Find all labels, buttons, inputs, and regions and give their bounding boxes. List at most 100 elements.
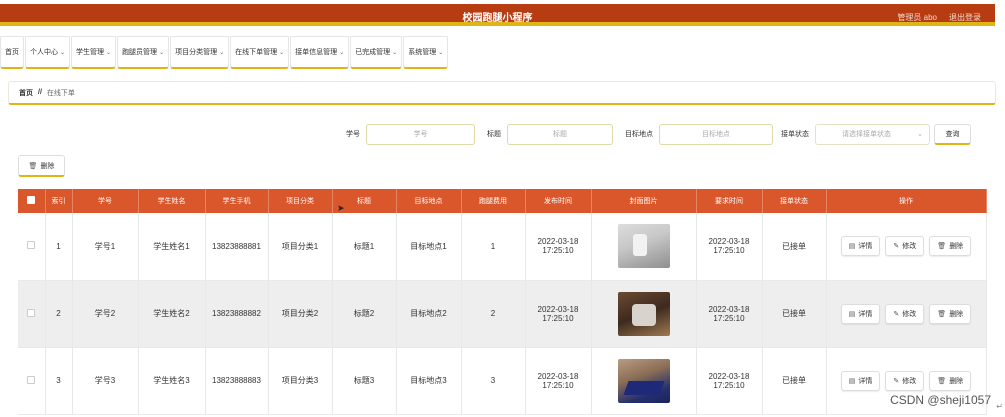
logout-link[interactable]: 退出登录 (949, 12, 981, 23)
ops-cell: ▤ 详情 ✎ 修改 🗑 删除 (826, 213, 987, 281)
require-time-cell: 2022-03-18 17:25:10 (696, 280, 763, 348)
phone-cell: 13823888882 (205, 280, 269, 348)
column-header: 学生手机 (205, 189, 269, 213)
trash-icon: 🗑 (937, 377, 947, 385)
detail-button[interactable]: ▤ 详情 (840, 236, 881, 257)
cover-image-cell (591, 280, 697, 348)
column-header: 接单状态 (762, 189, 827, 213)
nav-item-label: 系统管理 (408, 49, 437, 56)
table-row: 2 学号2 学生姓名2 13823888882 项目分类2 标题2 目标地点2 … (18, 280, 987, 348)
row-checkbox[interactable] (27, 375, 36, 384)
student-no-label: 学号 (346, 131, 360, 138)
batch-delete-button[interactable]: 🗑 删除 (18, 155, 65, 177)
table-header-row: 索引 学号 学生姓名 学生手机 项目分类 标题 目标地点 跑腿费用 发布时间 封… (18, 189, 987, 213)
nav-item-completed-management[interactable]: 已完成管理 ⌄ (350, 36, 403, 69)
target-cell: 目标地点3 (396, 347, 462, 415)
row-checkbox[interactable] (27, 308, 36, 317)
student-no-cell: 学号2 (72, 280, 139, 348)
publish-time-cell: 2022-03-18 17:25:10 (525, 347, 592, 415)
detail-button[interactable]: ▤ 详情 (840, 303, 881, 324)
breadcrumb-home[interactable]: 首页 (19, 88, 33, 98)
category-cell: 项目分类1 (268, 213, 333, 281)
nav-item-runner-management[interactable]: 跑腿员管理 ⌄ (117, 36, 170, 69)
nav-item-personal-center[interactable]: 个人中心 ⌄ (25, 36, 71, 69)
batch-delete-label: 删除 (40, 162, 55, 170)
row-checkbox[interactable] (27, 241, 36, 250)
detail-label: 详情 (858, 377, 873, 385)
watermark: CSDN @sheji1057 (890, 393, 991, 407)
detail-label: 详情 (858, 243, 873, 251)
title-cell: 标题3 (332, 347, 397, 415)
row-select-cell[interactable] (18, 280, 46, 348)
status-label: 接单状态 (781, 131, 809, 138)
nav-item-label: 学生管理 (76, 49, 105, 56)
delete-button[interactable]: 🗑 删除 (929, 236, 972, 257)
student-name-cell: 学生姓名2 (138, 280, 206, 348)
title-cell: 标题2 (332, 280, 397, 348)
column-header: 项目分类 (268, 189, 333, 213)
nav-item-label: 跑腿员管理 (122, 49, 158, 56)
order-table: 索引 学号 学生姓名 学生手机 项目分类 标题 目标地点 跑腿费用 发布时间 封… (18, 189, 987, 415)
title-label: 标题 (487, 131, 501, 138)
delete-button[interactable]: 🗑 删除 (929, 303, 972, 324)
document-icon: ▤ (848, 310, 856, 318)
cover-image (617, 224, 670, 269)
edit-button[interactable]: ✎ 修改 (885, 303, 925, 324)
status-select[interactable]: 请选择接单状态 ⌄ (815, 123, 930, 145)
title-cell: 标题1 (332, 213, 397, 281)
trash-icon: 🗑 (28, 162, 38, 170)
cover-image-cell (591, 213, 697, 281)
breadcrumb-separator: // (38, 89, 42, 96)
nav-item-student-management[interactable]: 学生管理 ⌄ (71, 36, 117, 69)
nav-item-system-management[interactable]: 系统管理 ⌄ (403, 36, 449, 69)
nav-item-label: 首页 (5, 49, 19, 56)
trash-icon: 🗑 (937, 243, 947, 251)
delete-button[interactable]: 🗑 删除 (929, 370, 972, 391)
detail-label: 详情 (858, 310, 873, 318)
column-header: 目标地点 (396, 189, 462, 213)
chevron-down-icon: ⌄ (279, 49, 285, 56)
cover-image-cell (591, 347, 697, 415)
fee-cell: 2 (461, 280, 526, 348)
pencil-icon: ✎ (893, 310, 900, 318)
nav-item-category-management[interactable]: 项目分类管理 ⌄ (170, 36, 230, 69)
chevron-down-icon: ⌄ (438, 49, 444, 56)
edit-button[interactable]: ✎ 修改 (885, 236, 925, 257)
edit-label: 修改 (902, 243, 917, 251)
return-arrow-icon: ↵ (996, 402, 1003, 411)
chevron-down-icon: ⌄ (339, 49, 345, 56)
search-bar: 学号 学号 标题 标题 目标地点 目标地点 接单状态 请选择接单状态 ⌄ 查询 (346, 123, 971, 145)
status-cell: 已接单 (762, 280, 827, 348)
status-cell: 已接单 (762, 213, 827, 281)
nav-item-accept-management[interactable]: 接单信息管理 ⌄ (290, 36, 350, 69)
student-no-input[interactable]: 学号 (366, 123, 475, 145)
pencil-icon: ✎ (893, 377, 900, 385)
target-cell: 目标地点2 (396, 280, 462, 348)
detail-button[interactable]: ▤ 详情 (840, 370, 881, 391)
chevron-down-icon: ⌄ (392, 49, 398, 56)
select-all-header[interactable] (18, 189, 46, 213)
row-select-cell[interactable] (18, 213, 46, 281)
app-title: 校园跑腿小程序 (462, 13, 533, 24)
nav-item-label: 项目分类管理 (175, 49, 218, 56)
edit-button[interactable]: ✎ 修改 (885, 370, 925, 391)
select-all-checkbox[interactable] (27, 196, 36, 204)
column-header: 跑腿费用 (461, 189, 526, 213)
title-input[interactable]: 标题 (507, 123, 613, 145)
phone-cell: 13823888881 (205, 213, 269, 281)
nav-item-label: 个人中心 (30, 49, 58, 56)
phone-cell: 13823888883 (205, 347, 269, 415)
search-button[interactable]: 查询 (934, 123, 971, 145)
row-select-cell[interactable] (18, 347, 46, 415)
chevron-down-icon: ⌄ (106, 49, 112, 56)
column-header: 索引 (45, 189, 73, 213)
edit-label: 修改 (902, 377, 917, 385)
nav-item-home[interactable]: 首页 (0, 36, 24, 69)
target-input[interactable]: 目标地点 (659, 123, 773, 145)
column-header: 学生姓名 (138, 189, 206, 213)
nav-item-order-management[interactable]: 在线下单管理 ⌄ (230, 36, 290, 69)
index-cell: 3 (45, 347, 73, 415)
student-name-cell: 学生姓名3 (138, 347, 206, 415)
publish-time-cell: 2022-03-18 17:25:10 (525, 213, 592, 281)
edit-label: 修改 (902, 310, 917, 318)
